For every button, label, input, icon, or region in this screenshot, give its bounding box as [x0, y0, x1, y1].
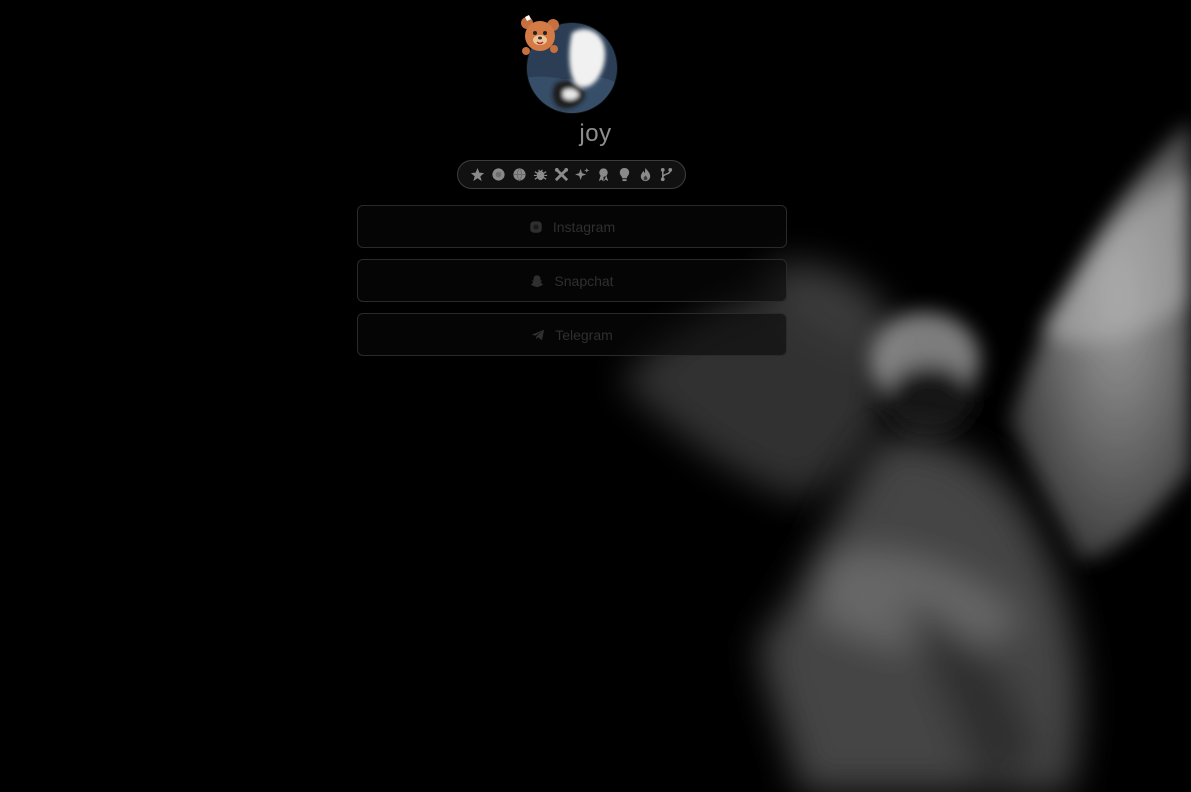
sparkle-icon[interactable]	[574, 167, 590, 182]
circle-icon[interactable]	[491, 167, 506, 182]
profile-card: joy Instagram Snapchat Telegram	[0, 0, 1191, 792]
snapchat-link-button[interactable]: Snapchat	[357, 259, 787, 302]
social-links: Instagram Snapchat Telegram	[357, 205, 787, 367]
bear-decoration-icon	[517, 13, 563, 59]
instagram-icon	[529, 220, 543, 234]
snapchat-icon	[530, 274, 544, 288]
flame-icon[interactable]	[638, 167, 653, 182]
badge-bar	[457, 160, 686, 189]
star-icon[interactable]	[470, 167, 485, 182]
ribbon-icon[interactable]	[596, 167, 611, 182]
bulb-icon[interactable]	[617, 167, 632, 182]
telegram-link-label: Telegram	[555, 326, 613, 343]
username: joy	[579, 120, 612, 147]
instagram-link-label: Instagram	[552, 218, 616, 235]
instagram-link-button[interactable]: Instagram	[357, 205, 787, 248]
branch-icon[interactable]	[659, 167, 674, 182]
bug-icon[interactable]	[533, 167, 548, 182]
snapchat-link-label: Snapchat	[554, 272, 614, 289]
globe-icon[interactable]	[512, 167, 527, 182]
avatar-container	[521, 15, 617, 113]
telegram-link-button[interactable]: Telegram	[357, 313, 787, 356]
tools-icon[interactable]	[554, 167, 569, 182]
telegram-icon	[531, 328, 545, 342]
